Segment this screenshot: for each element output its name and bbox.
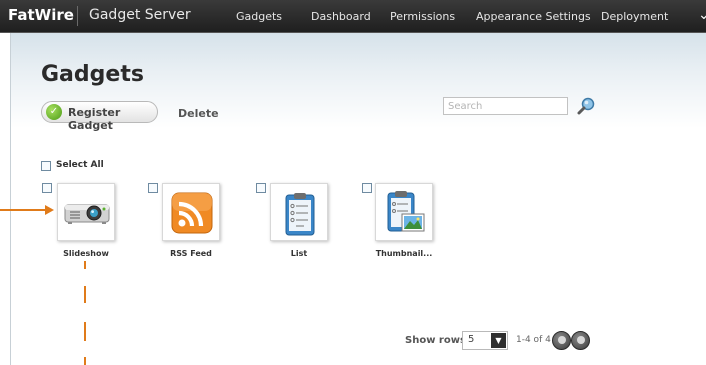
annotation-arrow-icon [45, 205, 54, 215]
top-nav-bar: FatWire Gadget Server Gadgets Dashboard … [0, 0, 706, 33]
gadget-label-rss-feed: RSS Feed [170, 249, 212, 258]
chevron-down-icon[interactable]: ⌄ [698, 7, 706, 23]
gadget-label-list: List [290, 249, 308, 258]
select-all-checkbox[interactable] [41, 161, 51, 171]
annotation-dash [84, 261, 86, 269]
select-all-label: Select All [56, 160, 104, 170]
gadget-label-thumbnail: Thumbnail... [375, 249, 433, 258]
projector-icon [64, 204, 110, 224]
gadget-tile-list[interactable] [270, 183, 328, 241]
clipboard-thumbnail-icon [387, 191, 425, 232]
nav-gadgets[interactable]: Gadgets [236, 10, 282, 23]
rows-per-page-select[interactable]: 5 ▼ [462, 331, 508, 350]
search-input[interactable] [443, 97, 568, 115]
delete-button[interactable]: Delete [178, 107, 219, 120]
next-page-button[interactable] [571, 331, 590, 350]
nav-deployment[interactable]: Deployment [601, 10, 668, 23]
gadget-checkbox-rss-feed[interactable] [148, 183, 158, 193]
gadget-checkbox-list[interactable] [256, 183, 266, 193]
show-rows-label: Show rows: [405, 335, 470, 346]
annotation-dash [84, 286, 86, 303]
nav-dashboard[interactable]: Dashboard [311, 10, 371, 23]
nav-appearance-settings[interactable]: Appearance Settings [476, 10, 591, 23]
chevron-down-icon: ▼ [491, 333, 506, 348]
gadget-checkbox-thumbnail[interactable] [362, 183, 372, 193]
rows-per-page-value: 5 [468, 334, 475, 345]
prev-page-button[interactable] [552, 331, 571, 350]
gadget-tile-rss-feed[interactable] [162, 183, 220, 241]
rss-icon [171, 192, 213, 234]
search-icon[interactable] [576, 96, 596, 116]
check-icon: ✓ [46, 104, 62, 120]
register-gadget-button[interactable]: ✓ Register Gadget [41, 101, 158, 132]
page-title: Gadgets [41, 62, 144, 87]
pagination-range: 1-4 of 4 [516, 335, 551, 345]
brand-logo[interactable]: FatWire [8, 6, 74, 24]
product-name: Gadget Server [89, 7, 191, 23]
gadget-tile-thumbnail[interactable] [375, 183, 433, 241]
brand-divider [77, 6, 78, 26]
annotation-dash [84, 322, 86, 341]
gadget-label-slideshow: Slideshow [63, 249, 109, 258]
register-gadget-label: Register Gadget [68, 106, 121, 132]
gadget-tile-slideshow[interactable] [57, 183, 115, 241]
gadget-checkbox-slideshow[interactable] [42, 183, 52, 193]
clipboard-list-icon [285, 193, 315, 236]
annotation-arrow-line [0, 209, 46, 211]
annotation-dash [84, 357, 86, 365]
nav-permissions[interactable]: Permissions [390, 10, 455, 23]
